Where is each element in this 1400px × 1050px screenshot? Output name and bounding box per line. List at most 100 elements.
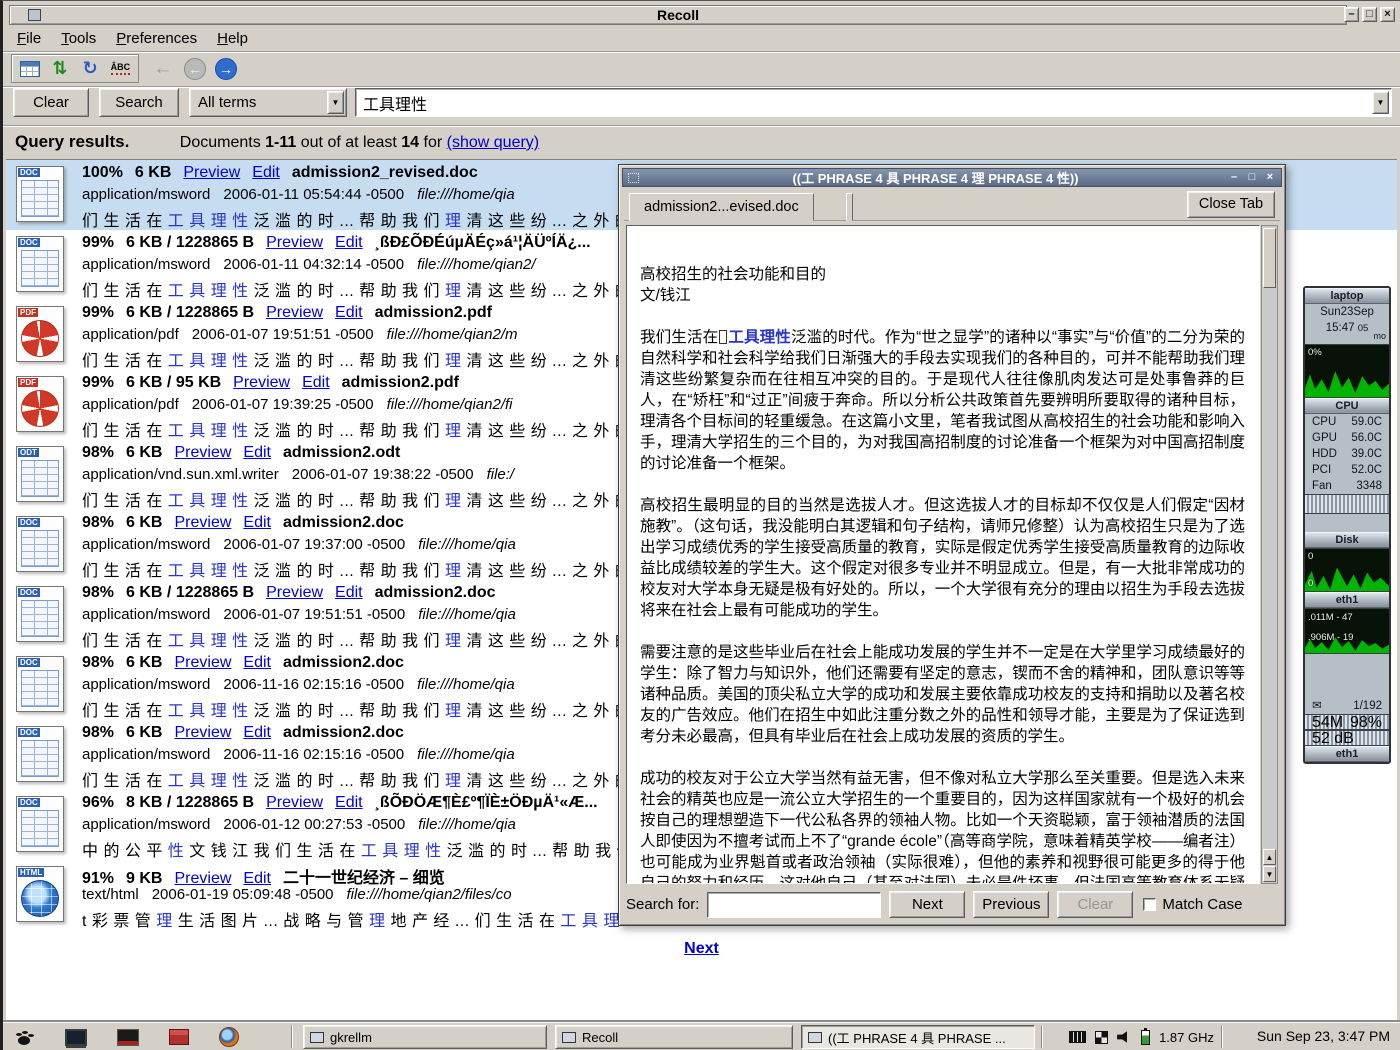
preview-link[interactable]: Preview	[174, 654, 231, 671]
doc-file-icon[interactable]: DOC	[16, 516, 64, 572]
match-case-option[interactable]: Match Case	[1143, 896, 1242, 913]
gkrellm-hostname[interactable]: laptop	[1305, 288, 1389, 304]
edit-link[interactable]: Edit	[243, 724, 271, 741]
docs-total: 14	[401, 134, 419, 151]
net-section-header[interactable]: eth1	[1305, 592, 1389, 608]
match-case-label: Match Case	[1162, 896, 1242, 913]
preview-link[interactable]: Preview	[266, 304, 323, 321]
doc-file-icon[interactable]: DOC	[16, 656, 64, 712]
preview-link[interactable]: Preview	[174, 444, 231, 461]
nav-prev-icon[interactable]: ←	[151, 57, 175, 81]
maximize-icon[interactable]: □	[1362, 7, 1377, 22]
monitor-launcher-icon[interactable]	[65, 1029, 87, 1046]
layout-grid-icon[interactable]	[1095, 1031, 1108, 1044]
edit-link[interactable]: Edit	[335, 794, 363, 811]
taskbar-task-2[interactable]: Recoll	[555, 1025, 793, 1049]
doc-file-icon[interactable]: DOC	[16, 236, 64, 292]
result-filename: admission2.doc	[283, 654, 404, 671]
clear-button[interactable]: Clear	[13, 88, 89, 117]
minimize-icon[interactable]: –	[1344, 7, 1359, 22]
search-mode-select[interactable]: All terms ▼	[189, 88, 347, 117]
nav-back-icon[interactable]: ←	[184, 58, 206, 80]
menu-tools[interactable]: Tools	[51, 28, 106, 49]
preview-titlebar[interactable]: ((工 PHRASE 4 具 PHRASE 4 理 PHRASE 4 性)) –…	[622, 168, 1282, 187]
result-relevance: 100%	[82, 164, 123, 181]
doc-file-icon[interactable]: DOC	[16, 796, 64, 852]
preview-link[interactable]: Preview	[266, 234, 323, 251]
battery-icon[interactable]	[1141, 1030, 1150, 1045]
find-next-button[interactable]: Next	[889, 891, 965, 918]
disk-section-header[interactable]: Disk	[1305, 532, 1389, 548]
nav-forward-icon[interactable]: →	[215, 58, 237, 80]
edit-link[interactable]: Edit	[243, 870, 271, 887]
preview-link[interactable]: Preview	[266, 584, 323, 601]
results-table-icon[interactable]	[18, 57, 41, 81]
keyboard-icon[interactable]	[1069, 1031, 1086, 1043]
window-menu-icon[interactable]	[628, 173, 639, 183]
edit-link[interactable]: Edit	[243, 654, 271, 671]
taskbar-task-3[interactable]: ((工 PHRASE 4 具 PHRASE ...	[801, 1025, 1035, 1049]
chevron-down-icon[interactable]: ▼	[1372, 91, 1389, 114]
scrollbar-thumb[interactable]	[1263, 228, 1276, 288]
edit-link[interactable]: Edit	[243, 444, 271, 461]
doc-file-icon[interactable]: DOC	[16, 586, 64, 642]
scroll-down-icon[interactable]: ▼	[1263, 866, 1276, 882]
pdf-file-icon[interactable]: PDF	[16, 306, 64, 362]
menu-file[interactable]: File	[7, 28, 51, 49]
search-button[interactable]: Search	[99, 88, 179, 117]
close-tab-button[interactable]: Close Tab	[1187, 191, 1275, 218]
preview-link[interactable]: Preview	[266, 794, 323, 811]
preview-link[interactable]: Preview	[174, 870, 231, 887]
edit-link[interactable]: Edit	[335, 234, 363, 251]
find-clear-button[interactable]: Clear	[1057, 891, 1133, 918]
edit-link[interactable]: Edit	[302, 374, 330, 391]
firefox-launcher-icon[interactable]	[219, 1027, 239, 1047]
preview-link[interactable]: Preview	[174, 724, 231, 741]
recoll-titlebar[interactable]: Recoll	[9, 5, 1347, 25]
package-launcher-icon[interactable]	[169, 1029, 189, 1045]
html-file-icon[interactable]: HTML	[16, 866, 64, 922]
menu-preferences[interactable]: Preferences	[106, 28, 207, 49]
result-mimetype: application/msword	[82, 676, 210, 693]
odt-file-icon[interactable]: ODT	[16, 446, 64, 502]
edit-link[interactable]: Edit	[335, 304, 363, 321]
close-icon[interactable]: ×	[1263, 171, 1277, 185]
preview-document-area[interactable]: 高校招生的社会功能和目的 文/钱江 我们生活在工具理性泛滥的时代。作为“世之显学…	[626, 225, 1260, 884]
net-footer-header[interactable]: eth1	[1305, 746, 1389, 762]
doc-file-icon[interactable]: DOC	[16, 726, 64, 782]
find-previous-button[interactable]: Previous	[973, 891, 1049, 918]
terminal-launcher-icon[interactable]	[117, 1029, 139, 1046]
scroll-up-icon[interactable]: ▲	[1263, 849, 1276, 865]
preview-link[interactable]: Preview	[233, 374, 290, 391]
maximize-icon[interactable]: □	[1245, 171, 1259, 185]
taskbar-task-1[interactable]: gkrellm	[303, 1025, 547, 1049]
sort-icon[interactable]: ⇅	[48, 57, 71, 81]
mail-readout[interactable]: ✉1/192	[1305, 698, 1389, 714]
edit-link[interactable]: Edit	[335, 584, 363, 601]
next-page-link[interactable]: Next	[684, 940, 719, 957]
checkbox-icon[interactable]	[1143, 898, 1156, 911]
doc-file-icon[interactable]: DOC	[16, 166, 64, 222]
file-icon-art	[21, 460, 59, 497]
minimize-icon[interactable]: –	[1227, 171, 1241, 185]
menu-help[interactable]: Help	[207, 28, 258, 49]
show-query-link[interactable]: (show query)	[447, 134, 539, 151]
reload-icon[interactable]: ↻	[79, 57, 102, 81]
preview-tabbar: admission2...evised.doc Close Tab	[624, 190, 1280, 221]
preview-tab[interactable]: admission2...evised.doc	[629, 193, 814, 221]
edit-link[interactable]: Edit	[252, 164, 280, 181]
window-menu-icon[interactable]	[28, 9, 41, 21]
preview-link[interactable]: Preview	[183, 164, 240, 181]
chevron-down-icon[interactable]: ▼	[327, 91, 344, 114]
scrollbar[interactable]: ▲ ▼	[1261, 225, 1278, 884]
search-input[interactable]	[356, 89, 1391, 116]
close-icon[interactable]: ×	[1380, 7, 1395, 22]
pdf-file-icon[interactable]: PDF	[16, 376, 64, 432]
spellcheck-icon[interactable]: ÂBC	[109, 57, 132, 81]
preview-link[interactable]: Preview	[174, 514, 231, 531]
edit-link[interactable]: Edit	[243, 514, 271, 531]
cpu-section-header[interactable]: CPU	[1305, 398, 1389, 414]
paw-launcher-icon[interactable]	[13, 1027, 35, 1047]
speaker-icon[interactable]	[1117, 1031, 1132, 1044]
find-input[interactable]	[707, 892, 881, 918]
